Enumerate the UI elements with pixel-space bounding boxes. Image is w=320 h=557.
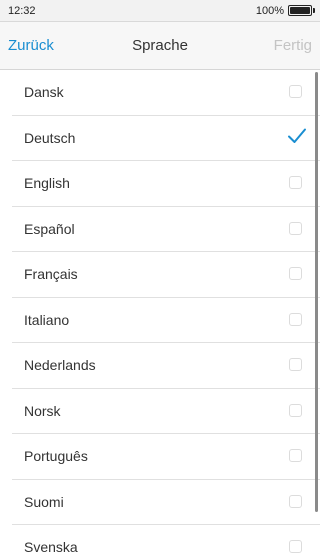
checkbox-empty-icon[interactable] [289,221,302,235]
language-row[interactable]: Nederlands [0,343,320,389]
checkbox-empty-icon[interactable] [289,403,302,417]
language-label: English [24,175,70,191]
battery-tip [313,8,315,13]
language-label: Italiano [24,311,70,328]
done-button[interactable]: Fertig [274,22,312,70]
checkbox-empty-icon[interactable] [289,494,302,508]
checkbox-empty-icon[interactable] [289,267,302,280]
checkbox-empty-icon[interactable] [289,449,302,462]
language-label: Português [24,448,88,464]
status-bar: 12:32 100% [0,0,320,22]
language-list: Dansk Deutsch English Español Français Italia… [0,70,320,557]
status-time: 12:32 [8,5,36,17]
scrollbar[interactable] [315,72,318,512]
battery-icon [288,5,315,16]
checkbox-empty-icon[interactable] [289,176,302,189]
language-row[interactable]: Norsk [0,389,320,435]
navigation-bar: Zurück Sprache Fertig [0,22,320,70]
language-row[interactable]: Svenska [0,525,320,557]
checkbox-empty-icon[interactable] [289,540,302,553]
checkbox-empty-icon[interactable] [289,312,302,326]
battery-fill [290,7,310,14]
checkbox-empty-icon[interactable] [289,85,302,98]
language-row[interactable]: Português [0,434,320,480]
battery-percent: 100% [255,5,284,17]
language-label: Nederlands [24,357,96,373]
language-label: Français [24,266,78,282]
language-row[interactable]: Italiano [0,298,320,344]
page-title: Sprache [132,37,188,54]
language-label: Deutsch [24,129,76,146]
language-row[interactable]: Français [0,252,320,298]
language-row[interactable]: Suomi [0,480,320,526]
language-row[interactable]: Deutsch [0,116,320,162]
checkmark-icon[interactable] [286,125,308,147]
language-row[interactable]: Español [0,207,320,253]
language-label: Español [24,220,75,237]
language-row[interactable]: Dansk [0,70,320,116]
checkbox-empty-icon[interactable] [289,358,302,371]
language-row[interactable]: English [0,161,320,207]
language-label: Norsk [24,402,61,419]
language-label: Suomi [24,493,64,510]
language-label: Svenska [24,539,78,555]
language-label: Dansk [24,84,64,100]
